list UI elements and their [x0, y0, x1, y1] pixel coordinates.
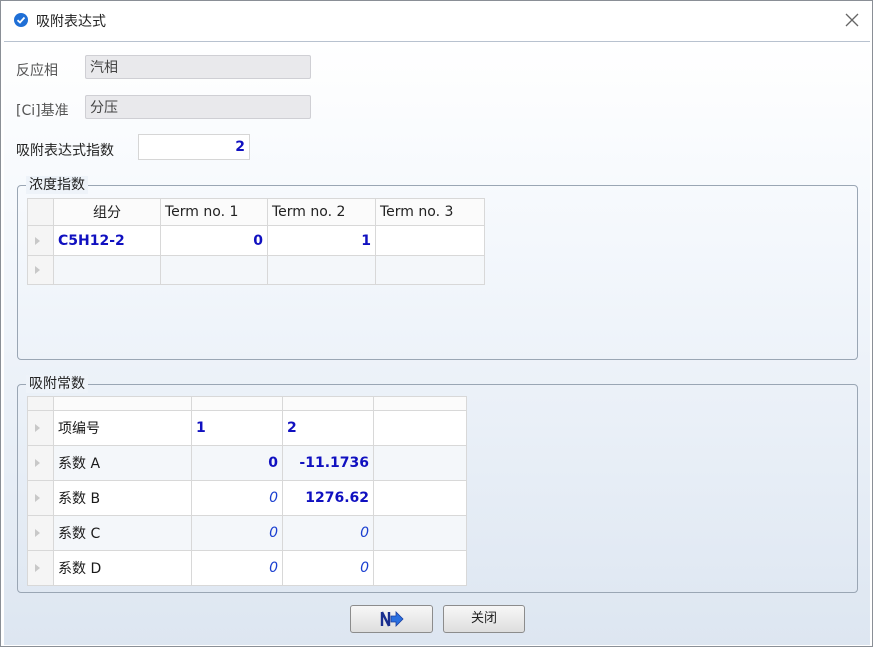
table-row — [27, 255, 485, 285]
row-selector[interactable] — [27, 225, 54, 256]
dialog-window: 吸附表达式 反应相 汽相 [Ci]基准 分压 吸附表达式指数 2 浓度指数 组分… — [0, 0, 873, 647]
exponent-input[interactable]: 2 — [138, 134, 250, 160]
coefficient-cell[interactable]: -11.1736 — [282, 445, 374, 481]
column-header — [282, 396, 374, 411]
column-header — [373, 396, 467, 411]
column-header: Term no. 1 — [160, 198, 268, 226]
row-arrow-icon — [35, 424, 40, 432]
row-label: 项编号 — [53, 410, 192, 446]
empty-cell[interactable] — [53, 255, 161, 285]
coefficient-cell[interactable]: 0 — [191, 515, 283, 551]
empty-cell[interactable] — [160, 255, 268, 285]
empty-cell[interactable] — [373, 445, 467, 481]
term-number-cell[interactable]: 2 — [282, 410, 374, 446]
phase-label: 反应相 — [16, 63, 58, 79]
table-row: 系数 D 0 0 — [27, 550, 467, 586]
row-arrow-icon — [35, 494, 40, 502]
table-corner — [27, 198, 54, 226]
empty-cell[interactable] — [373, 515, 467, 551]
close-icon[interactable] — [841, 9, 863, 31]
coefficient-cell[interactable]: 0 — [191, 445, 283, 481]
term-cell[interactable]: 0 — [160, 225, 268, 256]
empty-cell[interactable] — [373, 480, 467, 516]
close-button[interactable]: 关闭 — [443, 605, 525, 633]
window-title: 吸附表达式 — [36, 14, 106, 30]
row-selector[interactable] — [27, 515, 54, 551]
basis-field: 分压 — [85, 95, 311, 119]
adsorption-table: 项编号 1 2 系数 A 0 -11.1736 系数 B 0 1276.62 系… — [27, 396, 467, 586]
coefficient-cell[interactable]: 0 — [282, 515, 374, 551]
row-selector[interactable] — [27, 550, 54, 586]
table-row: 项编号 1 2 — [27, 410, 467, 446]
coefficient-cell[interactable]: 0 — [191, 480, 283, 516]
row-arrow-icon — [35, 564, 40, 572]
coefficient-cell[interactable]: 0 — [191, 550, 283, 586]
column-header — [191, 396, 283, 411]
concentration-table: 组分 Term no. 1 Term no. 2 Term no. 3 C5H1… — [27, 198, 485, 285]
column-header — [53, 396, 192, 411]
title-bar: 吸附表达式 — [1, 1, 872, 41]
column-header: Term no. 2 — [267, 198, 376, 226]
phase-field: 汽相 — [85, 55, 311, 79]
exponent-label: 吸附表达式指数 — [16, 143, 114, 159]
check-icon — [14, 13, 28, 27]
term-number-cell[interactable]: 1 — [191, 410, 283, 446]
row-selector[interactable] — [27, 410, 54, 446]
empty-cell[interactable] — [373, 550, 467, 586]
row-arrow-icon — [35, 236, 40, 245]
coefficient-cell[interactable]: 1276.62 — [282, 480, 374, 516]
dialog-body: 反应相 汽相 [Ci]基准 分压 吸附表达式指数 2 浓度指数 组分 Term … — [4, 41, 870, 645]
column-header: 组分 — [53, 198, 161, 226]
column-header: Term no. 3 — [375, 198, 485, 226]
adsorption-group-title: 吸附常数 — [26, 375, 88, 393]
coefficient-cell[interactable]: 0 — [282, 550, 374, 586]
next-arrow-icon — [380, 611, 404, 627]
row-selector[interactable] — [27, 255, 54, 285]
table-row: 系数 B 0 1276.62 — [27, 480, 467, 516]
row-label: 系数 B — [53, 480, 192, 516]
row-label: 系数 C — [53, 515, 192, 551]
empty-cell[interactable] — [373, 410, 467, 446]
row-arrow-icon — [35, 529, 40, 537]
basis-label: [Ci]基准 — [16, 103, 69, 119]
row-selector[interactable] — [27, 480, 54, 516]
row-label: 系数 A — [53, 445, 192, 481]
table-row: 系数 C 0 0 — [27, 515, 467, 551]
row-label: 系数 D — [53, 550, 192, 586]
term-cell[interactable] — [375, 225, 485, 256]
term-cell[interactable]: 1 — [267, 225, 376, 256]
table-corner — [27, 396, 54, 411]
table-row: 系数 A 0 -11.1736 — [27, 445, 467, 481]
concentration-group-title: 浓度指数 — [26, 176, 88, 194]
empty-cell[interactable] — [375, 255, 485, 285]
empty-cell[interactable] — [267, 255, 376, 285]
row-arrow-icon — [35, 459, 40, 467]
row-arrow-icon — [35, 266, 40, 274]
component-cell[interactable]: C5H12-2 — [53, 225, 161, 256]
row-selector[interactable] — [27, 445, 54, 481]
table-row: C5H12-2 0 1 — [27, 225, 485, 256]
next-button[interactable] — [350, 605, 433, 633]
